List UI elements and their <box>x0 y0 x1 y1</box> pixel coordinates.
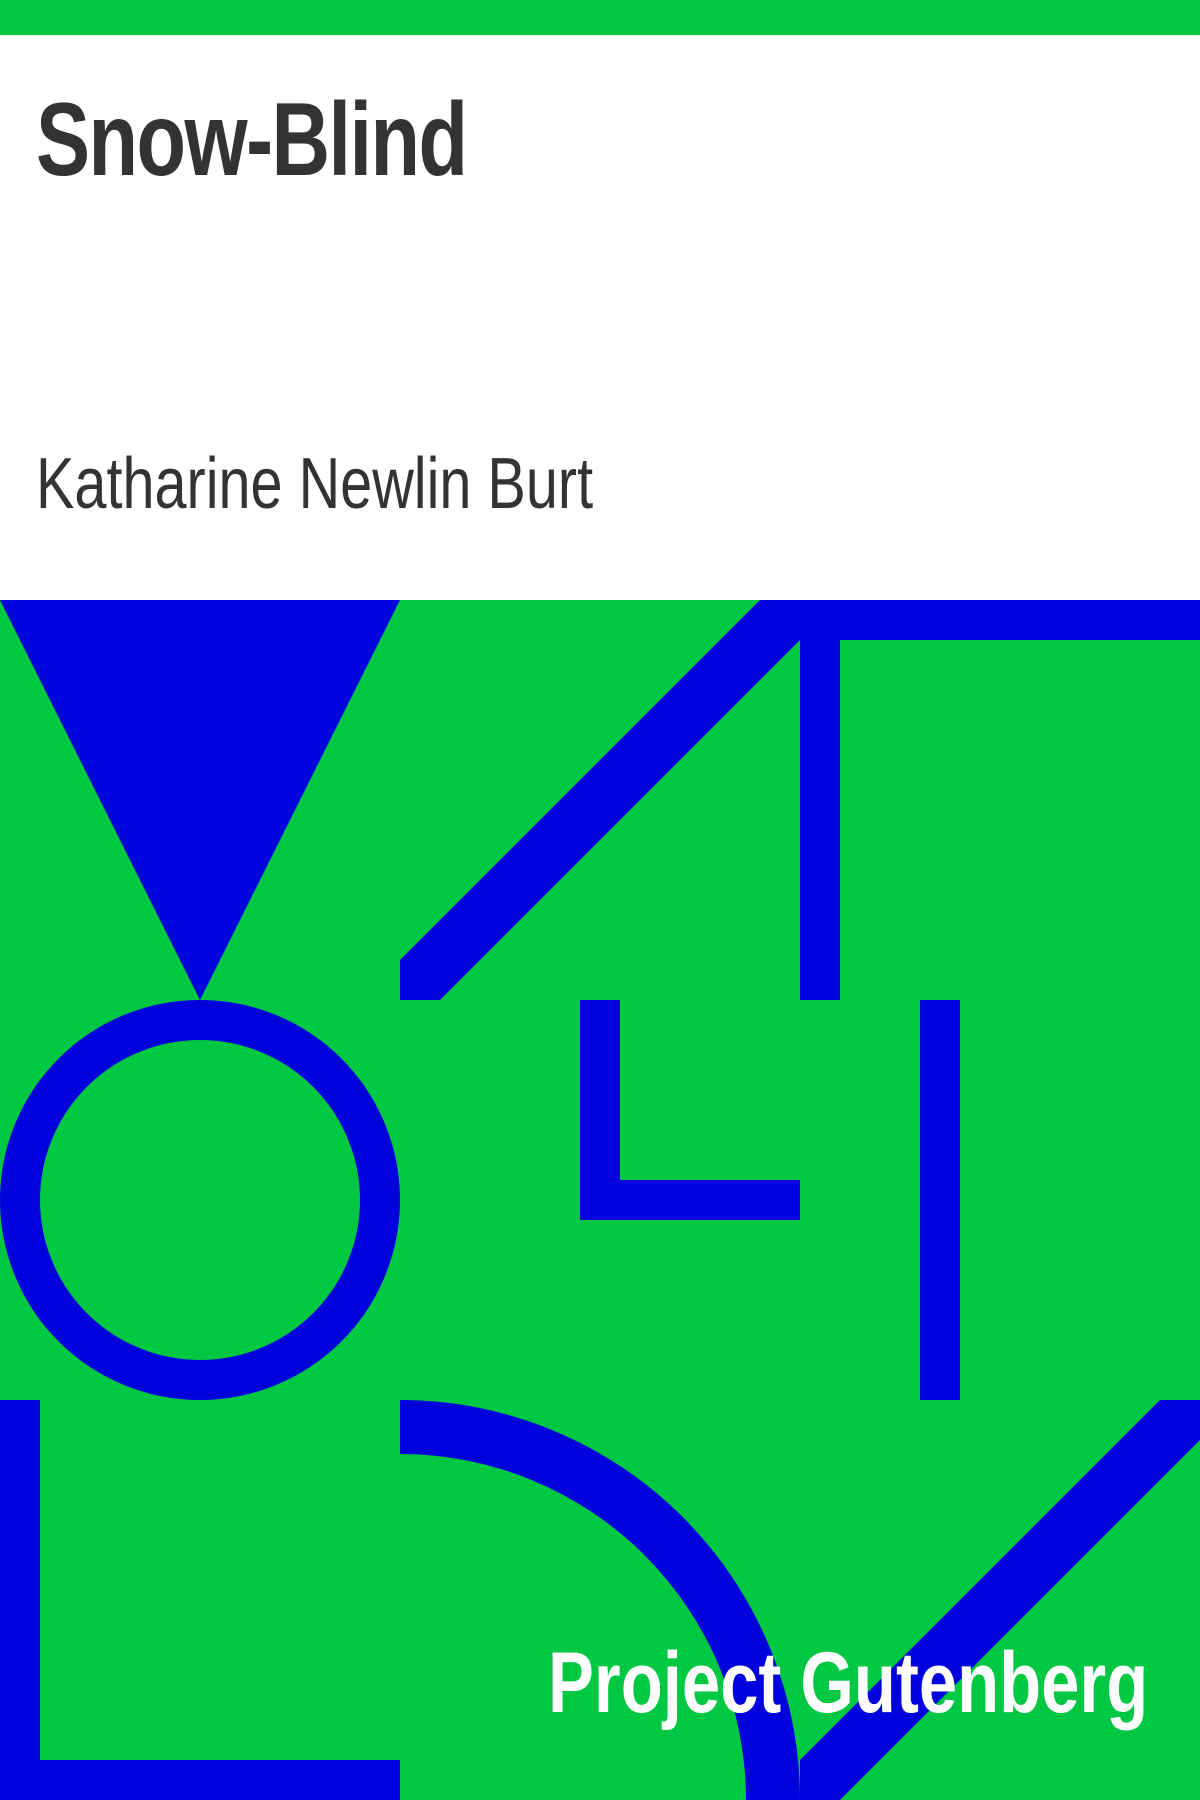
vertical-bar-lower-left <box>0 1400 40 1800</box>
vertical-bar-upper <box>800 640 840 1000</box>
publisher-label: Project Gutenberg <box>547 1635 1148 1731</box>
horizontal-bar-lower-left <box>0 1760 400 1800</box>
book-author: Katharine Newlin Burt <box>36 444 594 524</box>
top-accent-band <box>0 0 1200 35</box>
cover-artwork <box>0 600 1200 1800</box>
vertical-bar-right <box>920 1000 960 1400</box>
horizontal-bar-upper <box>800 600 1200 640</box>
book-title: Snow-Blind <box>36 82 468 198</box>
